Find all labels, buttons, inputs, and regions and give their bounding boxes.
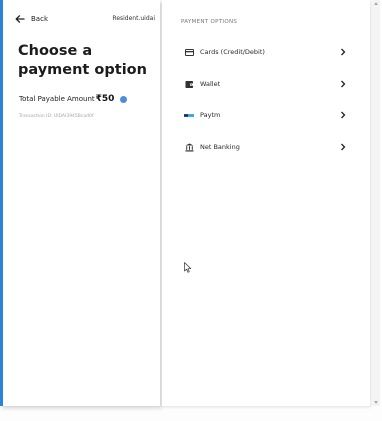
option-label: Net Banking bbox=[200, 143, 240, 151]
amount-label: Total Payable Amount bbox=[19, 95, 95, 103]
option-label: Wallet bbox=[200, 80, 221, 88]
chevron-right-icon bbox=[341, 111, 346, 119]
merchant-name: Resident.uidai bbox=[112, 15, 155, 22]
option-cards[interactable]: Cards (Credit/Debit) bbox=[184, 45, 346, 59]
option-paytm[interactable]: Paytm bbox=[184, 108, 346, 122]
page-title: Choose a payment option bbox=[18, 43, 147, 78]
scrollbar[interactable] bbox=[372, 0, 380, 406]
wallet-icon bbox=[184, 79, 194, 89]
back-button[interactable]: Back bbox=[15, 14, 48, 24]
option-label: Paytm bbox=[200, 111, 221, 119]
section-title: PAYMENT OPTIONS bbox=[181, 19, 238, 25]
scroll-down-arrow-icon[interactable] bbox=[374, 401, 378, 404]
transaction-id: Transaction ID: UIDAI3945Bcad0f bbox=[19, 114, 94, 119]
scroll-up-arrow-icon[interactable] bbox=[374, 2, 378, 5]
chevron-right-icon bbox=[341, 48, 346, 56]
chevron-right-icon bbox=[341, 143, 346, 151]
chevron-right-icon bbox=[341, 80, 346, 88]
payment-options-panel: PAYMENT OPTIONS Cards (Credit/Debit) Wal… bbox=[162, 0, 370, 406]
payment-window: Back Resident.uidai Choose a payment opt… bbox=[0, 0, 382, 421]
amount-value: ₹50 bbox=[95, 94, 115, 104]
order-summary-panel: Back Resident.uidai Choose a payment opt… bbox=[0, 0, 160, 406]
top-bar: Back Resident.uidai bbox=[15, 14, 155, 28]
amount-row: Total Payable Amount ₹50 bbox=[19, 94, 128, 104]
mouse-cursor-icon bbox=[184, 262, 192, 273]
back-label: Back bbox=[31, 15, 48, 23]
card-icon bbox=[184, 47, 194, 57]
info-icon[interactable] bbox=[120, 95, 128, 103]
option-label: Cards (Credit/Debit) bbox=[200, 48, 265, 56]
paytm-logo-icon bbox=[184, 110, 194, 120]
option-wallet[interactable]: Wallet bbox=[184, 77, 346, 91]
option-net-banking[interactable]: Net Banking bbox=[184, 140, 346, 154]
bank-icon bbox=[184, 142, 194, 152]
arrow-left-icon bbox=[15, 15, 25, 23]
